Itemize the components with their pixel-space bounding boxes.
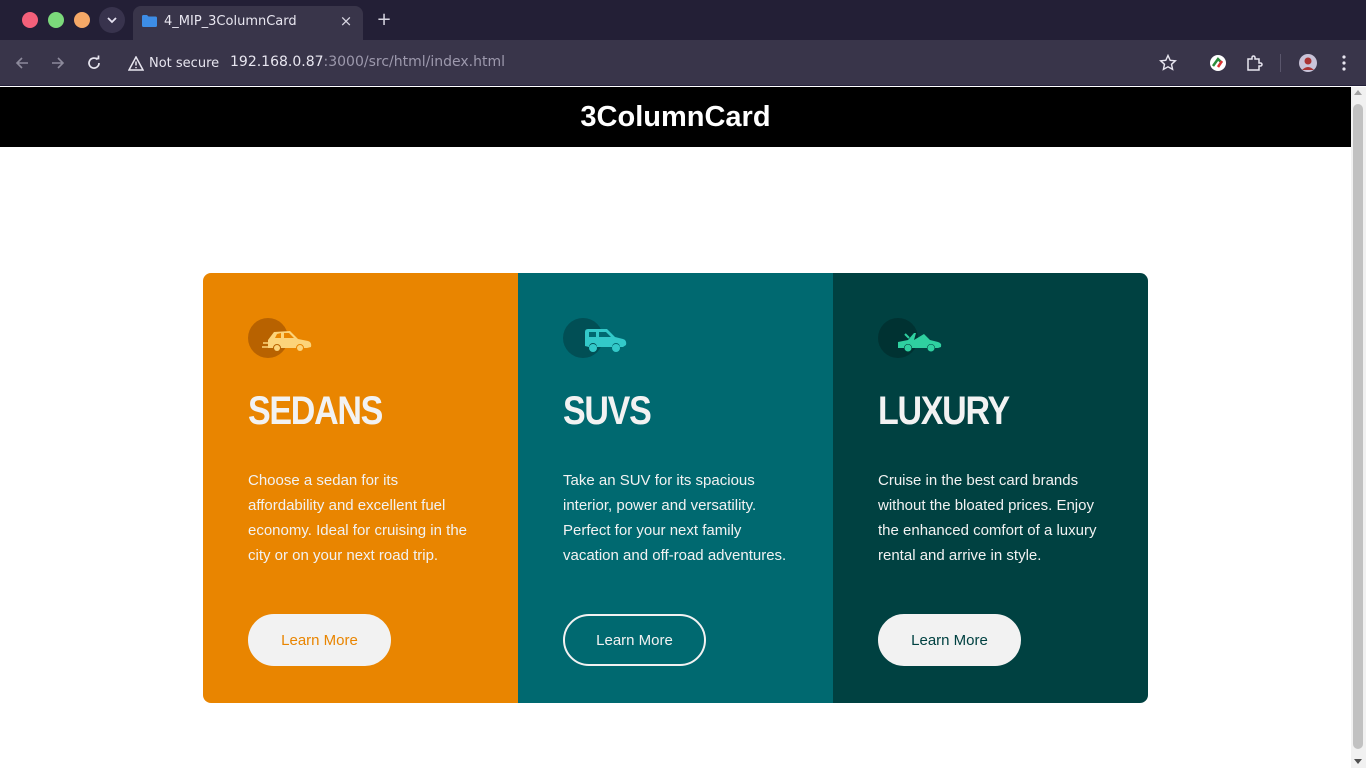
scroll-up-arrow[interactable] xyxy=(1354,90,1362,95)
scroll-thumb[interactable] xyxy=(1353,104,1363,749)
back-button[interactable] xyxy=(10,51,34,75)
page-title: 3ColumnCard xyxy=(580,100,771,133)
arrow-right-icon xyxy=(52,57,65,69)
url-host: 192.168.0.87 xyxy=(230,54,324,70)
card-sedans: SEDANS Choose a sedan for its affordabil… xyxy=(203,273,518,703)
card-title: LUXURY xyxy=(878,389,1010,433)
card-title: SEDANS xyxy=(248,389,383,433)
sedan-car-icon xyxy=(248,318,312,358)
browser-tab[interactable]: 4_MIP_3ColumnCard × xyxy=(133,6,363,40)
more-vertical-icon xyxy=(1342,55,1346,71)
card-title: SUVS xyxy=(563,389,652,433)
tab-title: 4_MIP_3ColumnCard xyxy=(164,14,297,29)
url-path: :3000/src/html/index.html xyxy=(323,54,505,70)
address-bar[interactable]: 192.168.0.87:3000/src/html/index.html xyxy=(230,54,505,70)
new-tab-button[interactable]: + xyxy=(373,8,395,30)
close-window-button[interactable] xyxy=(22,12,38,28)
browser-tab-bar: 4_MIP_3ColumnCard × + xyxy=(0,0,1366,40)
chevron-down-icon xyxy=(107,17,117,24)
warning-icon xyxy=(128,55,144,71)
learn-more-button[interactable]: Learn More xyxy=(248,614,391,666)
minimize-window-button[interactable] xyxy=(74,12,90,28)
learn-more-button[interactable]: Learn More xyxy=(878,614,1021,666)
scroll-down-arrow[interactable] xyxy=(1354,759,1362,764)
profile-button[interactable] xyxy=(1296,51,1320,75)
maximize-window-button[interactable] xyxy=(48,12,64,28)
extensions-menu-button[interactable] xyxy=(1242,51,1266,75)
avatar-icon xyxy=(1299,54,1317,72)
reload-icon xyxy=(88,55,100,69)
forward-button[interactable] xyxy=(46,51,70,75)
bookmark-button[interactable] xyxy=(1156,51,1180,75)
extension-logo-icon xyxy=(1210,55,1226,71)
card-suvs: SUVS Take an SUV for its spacious interi… xyxy=(518,273,833,703)
card-luxury: LUXURY Cruise in the best card brands wi… xyxy=(833,273,1148,703)
luxury-car-icon xyxy=(878,318,942,358)
puzzle-icon xyxy=(1247,55,1263,71)
not-secure-label: Not secure xyxy=(149,55,220,71)
close-tab-icon[interactable]: × xyxy=(337,12,355,30)
browser-menu-button[interactable] xyxy=(1332,51,1356,75)
extension-button[interactable] xyxy=(1206,51,1230,75)
star-icon xyxy=(1159,54,1177,71)
reload-button[interactable] xyxy=(82,51,106,75)
site-security-indicator[interactable]: Not secure xyxy=(128,53,219,73)
suv-car-icon xyxy=(563,318,627,358)
page-scrollbar[interactable] xyxy=(1351,87,1366,768)
learn-more-button[interactable]: Learn More xyxy=(563,614,706,666)
tab-search-button[interactable] xyxy=(99,7,125,33)
arrow-left-icon xyxy=(15,57,28,69)
card-container: SEDANS Choose a sedan for its affordabil… xyxy=(203,273,1148,703)
folder-icon xyxy=(142,15,157,27)
card-description: Cruise in the best card brands without t… xyxy=(878,472,1097,564)
card-description: Take an SUV for its spacious interior, p… xyxy=(563,472,787,564)
browser-toolbar: Not secure 192.168.0.87:3000/src/html/in… xyxy=(0,40,1366,86)
page-header: 3ColumnCard xyxy=(0,87,1351,147)
card-description: Choose a sedan for its affordability and… xyxy=(248,472,468,564)
toolbar-divider xyxy=(1280,54,1281,72)
